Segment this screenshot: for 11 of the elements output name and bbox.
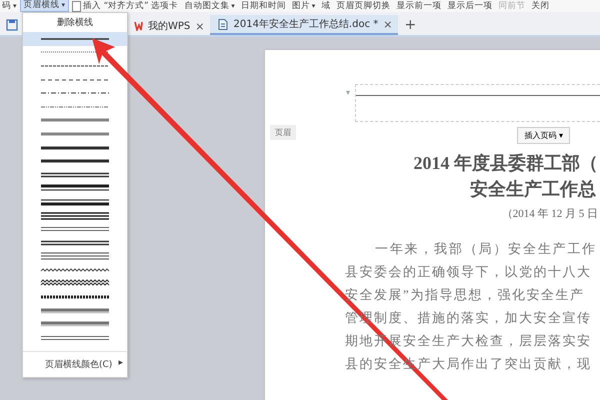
- paragraph-line: 一年来，我部（局）安全生产工作: [374, 240, 598, 258]
- paragraph-line: 县的安全生产大局作出了突出贡献，现: [344, 355, 592, 373]
- tab-label: 2014年安全生产工作总结.doc *: [233, 18, 378, 31]
- document-date: （2014 年 12 月 5 日: [500, 207, 598, 221]
- tab-label: 我的WPS: [148, 20, 190, 33]
- document-title: 安全生产工作总: [469, 178, 597, 201]
- document-title: 2014 年度县委群工部（: [412, 152, 599, 175]
- header-label: 页眉: [270, 125, 296, 140]
- paragraph-line: 安全发展”为指导思想，强化安全生产: [344, 286, 586, 304]
- paragraph-line: 期地开展安全生产大检查，层层落实安: [344, 332, 592, 350]
- paragraph-line: 县安委会的正确领导下，以党的十八大: [344, 263, 592, 281]
